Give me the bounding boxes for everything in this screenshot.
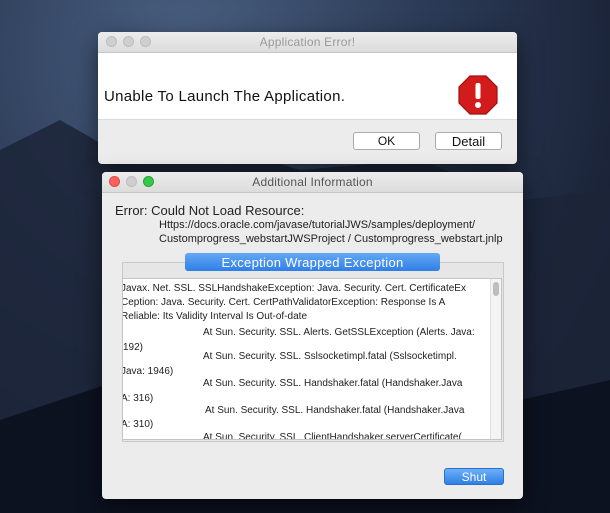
trace-line: A: 316) bbox=[122, 393, 154, 404]
resource-url-line2: Customprogress_webstartJWSProject / Cust… bbox=[159, 233, 503, 245]
trace-line: At Sun. Security. SSL. Alerts. GetSSLExc… bbox=[203, 327, 475, 338]
message-area: Unable To Launch The Application. bbox=[98, 53, 517, 120]
trace-line: At Sun. Security. SSL. Sslsocketimpl.fat… bbox=[203, 351, 457, 362]
trace-line: At Sun. Security. SSL. Handshaker.fatal … bbox=[203, 378, 463, 389]
window-controls bbox=[106, 36, 151, 47]
titlebar: Application Error! bbox=[98, 32, 517, 53]
detail-button[interactable]: Detail bbox=[435, 132, 502, 150]
shut-button[interactable]: Shut bbox=[444, 468, 504, 485]
ok-button[interactable]: OK bbox=[353, 132, 420, 150]
minimize-window-button[interactable] bbox=[123, 36, 134, 47]
zoom-window-button[interactable] bbox=[143, 176, 154, 187]
window-title: Additional Information bbox=[252, 175, 373, 189]
error-message: Unable To Launch The Application. bbox=[104, 88, 346, 105]
trace-line: At Sun. Security. SSL. Handshaker.fatal … bbox=[205, 405, 465, 416]
close-window-button[interactable] bbox=[106, 36, 117, 47]
window-controls bbox=[109, 176, 154, 187]
additional-information-dialog: Additional Information Error: Could Not … bbox=[102, 172, 523, 499]
trace-line: Javax. Net. SSL. SSLHandshakeException: … bbox=[122, 283, 466, 294]
tab-exception-wrapped-exception[interactable]: Exception Wrapped Exception bbox=[185, 253, 440, 271]
vertical-scrollbar[interactable] bbox=[490, 279, 501, 439]
trace-line: Ception: Java. Security. Cert. CertPathV… bbox=[122, 297, 446, 308]
stop-icon bbox=[458, 75, 498, 115]
scrollbar-thumb[interactable] bbox=[493, 282, 499, 296]
titlebar: Additional Information bbox=[102, 172, 523, 193]
trace-line: Reliable: Its Validity Interval Is Out-o… bbox=[122, 311, 308, 322]
trace-line: A: 310) bbox=[122, 419, 154, 430]
window-title: Application Error! bbox=[259, 35, 356, 49]
error-label: Error: Could Not Load Resource: bbox=[115, 203, 305, 218]
minimize-window-button[interactable] bbox=[126, 176, 137, 187]
stack-trace-textarea[interactable]: Javax. Net. SSL. SSLHandshakeException: … bbox=[122, 278, 502, 440]
trace-line: 192) bbox=[123, 342, 144, 353]
close-window-button[interactable] bbox=[109, 176, 120, 187]
resource-url-line1: Https://docs.oracle.com/javase/tutorialJ… bbox=[159, 219, 476, 231]
trace-line: At Sun. Security. SSL. ClientHandshaker.… bbox=[203, 432, 462, 440]
zoom-window-button[interactable] bbox=[140, 36, 151, 47]
trace-line: Java: 1946) bbox=[122, 366, 174, 377]
application-error-dialog: Application Error! Unable To Launch The … bbox=[98, 32, 517, 164]
